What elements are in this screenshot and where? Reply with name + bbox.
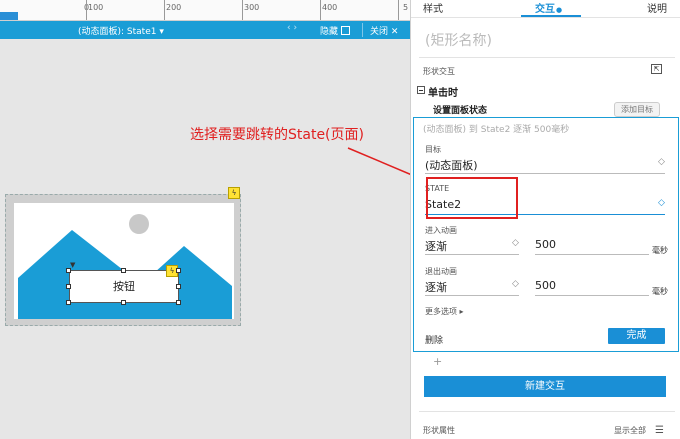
action-label[interactable]: 设置面板状态 [433,103,487,116]
add-action-icon[interactable]: + [433,355,442,368]
show-all-link[interactable]: 显示全部 [614,425,646,436]
underline [535,254,649,255]
state-highlight-box [426,177,518,219]
unit-label: 毫秒 [652,287,668,296]
exit-duration-input[interactable]: 500 [535,279,556,292]
exit-anim-label: 退出动画 [425,267,457,276]
underline [425,254,519,255]
action-summary: (动态面板) 到 State2 逐渐 500毫秒 [423,125,570,135]
new-interaction-button[interactable]: 新建交互 [424,376,666,397]
underline [425,173,665,174]
select-chevron-icon: ◇ [512,279,519,289]
inspector-tabs: 样式 交互● 说明 [411,0,680,16]
enter-anim-label: 进入动画 [425,226,457,235]
add-target-button[interactable]: 添加目标 [614,102,660,117]
expand-icon[interactable]: ⇱ [651,64,662,74]
enter-duration-input[interactable]: 500 [535,238,556,251]
tab-style[interactable]: 样式 [423,0,443,15]
target-select[interactable]: (动态面板) [425,157,478,173]
menu-icon[interactable]: ☰ [655,425,664,436]
select-chevron-icon: ◇ [658,157,665,167]
more-options-link[interactable]: 更多选项 ▸ [425,306,464,317]
delete-button[interactable]: 删除 [425,333,443,346]
collapse-toggle-icon[interactable] [417,86,425,94]
inspector-panel: 样式 交互● 说明 (矩形名称) 形状交互 ⇱ 单击时 设置面板状态 添加目标 … [410,0,680,439]
enter-anim-select[interactable]: 逐渐 [425,238,447,254]
exit-anim-select[interactable]: 逐渐 [425,279,447,295]
select-chevron-icon: ◇ [658,198,665,208]
divider [411,17,680,18]
unit-label: 毫秒 [652,246,668,255]
shape-props-label: 形状属性 [423,426,455,435]
select-chevron-icon: ◇ [512,238,519,248]
event-label[interactable]: 单击时 [428,84,458,99]
target-label: 目标 [425,145,441,154]
active-dot-icon: ● [556,6,563,14]
done-button[interactable]: 完成 [608,328,665,344]
tab-interaction-label: 交互 [535,4,555,15]
underline [535,295,649,296]
divider [419,57,675,58]
shape-name-input[interactable]: (矩形名称) [425,30,492,50]
section-label: 形状交互 [423,67,455,76]
divider [419,411,675,412]
tab-notes[interactable]: 说明 [647,0,667,15]
tab-interaction[interactable]: 交互● [535,0,562,15]
underline [425,295,519,296]
